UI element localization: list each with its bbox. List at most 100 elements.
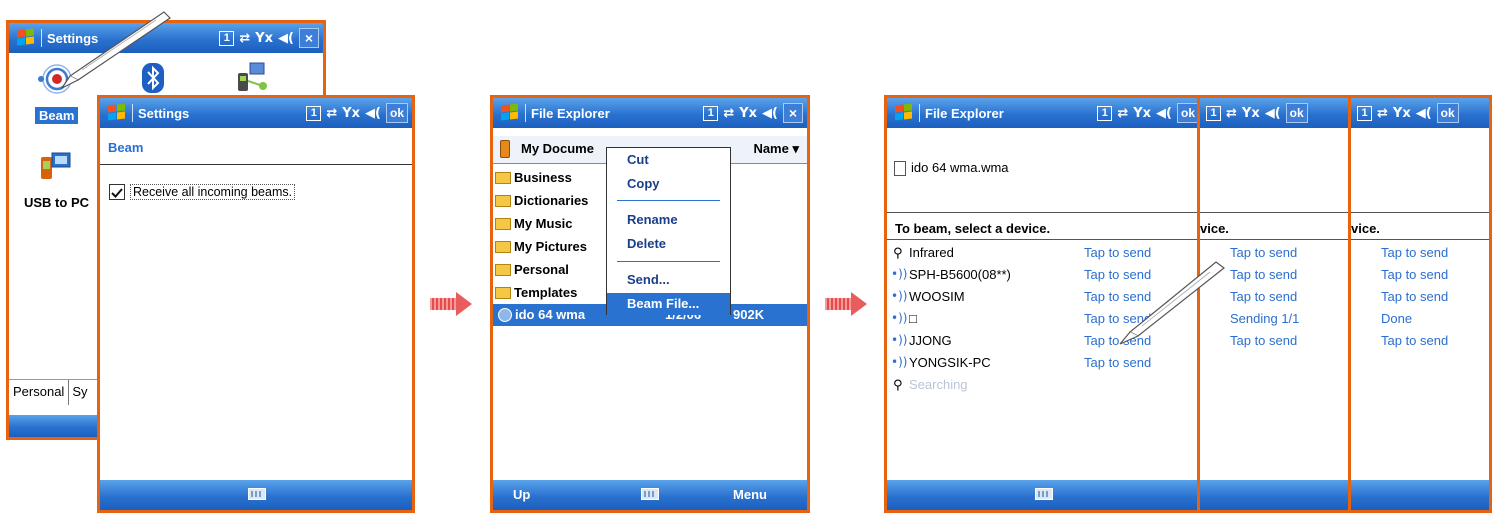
next-step-arrow-icon [825, 292, 869, 316]
volume-icon[interactable]: ◀( [1265, 106, 1281, 121]
menu-item-cut[interactable]: Cut [627, 152, 649, 167]
folder-dropdown[interactable]: My Docume [521, 141, 594, 156]
windows-start-icon[interactable] [499, 103, 521, 122]
signal-off-icon[interactable]: Yx [1133, 106, 1151, 121]
volume-icon[interactable]: ◀( [762, 106, 778, 121]
context-menu: Cut Copy Rename Delete Send... Beam File… [606, 147, 731, 315]
title-bar: File Explorer 1 ⇄ Yx ◀( ok [887, 98, 1203, 128]
softkey-bar [100, 480, 412, 510]
ok-button[interactable]: ok [1436, 103, 1459, 123]
menu-item-delete[interactable]: Delete [627, 236, 666, 251]
tap-to-send-link[interactable]: Tap to send [1230, 245, 1299, 267]
tap-to-send-link[interactable]: Tap to send [1230, 267, 1299, 289]
ok-button[interactable]: ok [1285, 103, 1308, 123]
softkey-bar: Up Menu [493, 480, 807, 510]
tap-to-send-link[interactable]: Tap to send [1230, 333, 1299, 355]
sending-status: Sending 1/1 [1230, 311, 1300, 326]
stylus-icon [1119, 261, 1225, 345]
receive-beams-checkbox[interactable] [109, 184, 125, 200]
ok-button[interactable]: ok [1176, 103, 1199, 123]
stylus-icon [60, 11, 171, 90]
page-header: Beam [108, 140, 144, 155]
list-item[interactable]: •)) YONGSIK-PC Tap to send [891, 352, 1199, 374]
sync-icon[interactable]: ⇄ [1226, 106, 1237, 121]
signal-off-icon[interactable]: Yx [1242, 106, 1260, 121]
status-list: Tap to send Tap to send Tap to send Send… [1230, 245, 1299, 355]
bluetooth-signal-icon: •)) [891, 355, 908, 369]
keyboard-icon[interactable] [1035, 488, 1053, 500]
tap-to-send-link[interactable]: Tap to send [1381, 267, 1448, 289]
tab-system[interactable]: Sy [69, 380, 90, 405]
ok-button[interactable]: ok [385, 103, 408, 123]
keyboard-icon[interactable] [641, 488, 659, 500]
input-panel-icon[interactable]: 1 [1357, 105, 1372, 121]
sync-icon[interactable]: ⇄ [723, 106, 734, 121]
search-icon: ⚲ [893, 246, 903, 261]
bluetooth-signal-icon: •)) [891, 267, 908, 281]
bluetooth-signal-icon: •)) [891, 311, 908, 325]
close-button[interactable]: × [783, 103, 803, 123]
tab-personal[interactable]: Personal [9, 380, 70, 405]
input-panel-icon[interactable]: 1 [306, 105, 322, 121]
signal-off-icon[interactable]: Yx [1393, 106, 1411, 121]
windows-start-icon[interactable] [15, 28, 37, 47]
windows-start-icon[interactable] [106, 103, 128, 122]
beam-instruction: To beam, select a device. [895, 221, 1051, 236]
signal-off-icon[interactable]: Yx [255, 31, 273, 46]
volume-icon[interactable]: ◀( [1416, 106, 1432, 121]
window-title: File Explorer [925, 105, 1004, 121]
menu-item-copy[interactable]: Copy [627, 176, 660, 191]
bluetooth-signal-icon: •)) [891, 289, 908, 303]
beam-settings-screen: Settings 1 ⇄ Yx ◀( ok Beam Receive all i… [97, 95, 415, 513]
sort-dropdown[interactable]: Name ▾ [753, 141, 799, 157]
volume-icon[interactable]: ◀( [278, 31, 294, 46]
folder-icon [495, 263, 511, 276]
next-step-arrow-icon [430, 292, 474, 316]
folder-icon [495, 217, 511, 230]
keyboard-icon[interactable] [248, 488, 266, 500]
menu-item-send[interactable]: Send... [627, 272, 670, 287]
usb-icon[interactable] [38, 149, 74, 183]
tap-to-send-link[interactable]: Tap to send [1381, 333, 1448, 355]
tap-to-send-link[interactable]: Tap to send [1084, 355, 1151, 370]
tap-to-send-link[interactable]: Tap to send [1230, 289, 1299, 311]
sync-icon[interactable]: ⇄ [239, 31, 250, 46]
windows-start-icon[interactable] [893, 103, 915, 122]
receive-beams-label[interactable]: Receive all incoming beams. [130, 184, 296, 200]
usb-to-pc-label[interactable]: USB to PC [24, 195, 89, 210]
beam-instruction: vice. [1200, 221, 1229, 236]
signal-off-icon[interactable]: Yx [342, 106, 360, 121]
input-panel-icon[interactable]: 1 [1206, 105, 1221, 121]
done-status: Done [1381, 311, 1413, 326]
volume-icon[interactable]: ◀( [1156, 106, 1172, 121]
window-title: File Explorer [531, 105, 610, 121]
tap-to-send-link[interactable]: Tap to send [1381, 289, 1448, 311]
menu-item-beam-file[interactable]: Beam File... [607, 293, 730, 315]
close-button[interactable]: × [299, 28, 319, 48]
file-name: ido 64 wma.wma [911, 160, 1009, 175]
device-icon [500, 140, 510, 158]
softkey-up[interactable]: Up [513, 487, 530, 502]
network-icon[interactable] [234, 61, 270, 95]
beam-done-screen: 1 ⇄ Yx ◀( ok vice. Tap to send Tap to se… [1348, 95, 1492, 513]
input-panel-icon[interactable]: 1 [703, 105, 719, 121]
sync-icon[interactable]: ⇄ [1117, 106, 1128, 121]
status-list: Tap to send Tap to send Tap to send Done… [1381, 245, 1448, 355]
sync-icon[interactable]: ⇄ [1377, 106, 1388, 121]
input-panel-icon[interactable]: 1 [219, 30, 235, 46]
media-file-icon [498, 308, 512, 322]
input-panel-icon[interactable]: 1 [1097, 105, 1113, 121]
tap-to-send-link[interactable]: Tap to send [1381, 245, 1448, 267]
searching-label: Searching [909, 377, 968, 392]
title-bar: 1 ⇄ Yx ◀( ok [1351, 98, 1489, 128]
sync-icon[interactable]: ⇄ [326, 106, 337, 121]
document-icon [894, 161, 906, 176]
checkmark-icon [111, 188, 123, 198]
beam-label[interactable]: Beam [35, 107, 79, 124]
volume-icon[interactable]: ◀( [365, 106, 381, 121]
menu-item-rename[interactable]: Rename [627, 212, 678, 227]
search-icon: ⚲ [893, 378, 903, 393]
window-title: Settings [138, 105, 190, 121]
signal-off-icon[interactable]: Yx [739, 106, 757, 121]
softkey-menu[interactable]: Menu [733, 487, 767, 502]
